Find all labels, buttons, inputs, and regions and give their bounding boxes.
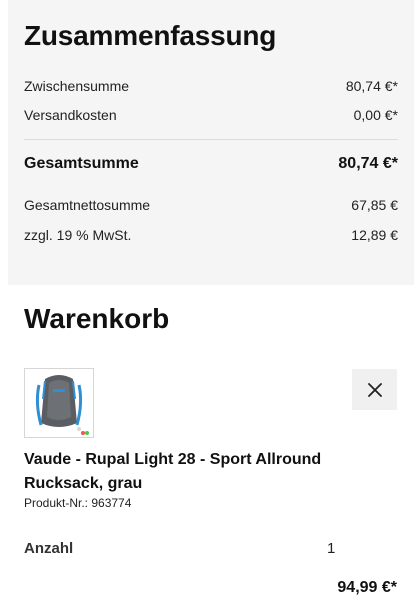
product-number: Produkt-Nr.: 963774: [24, 496, 132, 510]
total-label: Gesamtsumme: [24, 155, 139, 172]
subtotal-value: 80,74 €*: [345, 78, 398, 94]
subtotal-label: Zwischensumme: [24, 78, 130, 94]
quantity-value[interactable]: 1: [327, 540, 335, 557]
backpack-image-icon: [35, 375, 89, 435]
vat-value: 12,89 €: [351, 227, 398, 243]
vat-label: zzgl. 19 % MwSt.: [24, 227, 132, 243]
net-total-value: 67,85 €: [351, 197, 398, 213]
vat-row: zzgl. 19 % MwSt. 12,89 €: [24, 227, 398, 243]
summary-divider: [24, 139, 398, 140]
shipping-label: Versandkosten: [24, 107, 117, 123]
product-image[interactable]: [24, 368, 94, 438]
net-total-row: Gesamtnettosumme 67,85 €: [24, 197, 398, 213]
summary-title: Zusammenfassung: [24, 20, 277, 51]
total-row: Gesamtsumme 80,74 €*: [24, 155, 398, 173]
product-name-link[interactable]: Vaude - Rupal Light 28 - Sport Allround …: [24, 448, 354, 496]
quantity-label: Anzahl: [24, 540, 74, 557]
shipping-row: Versandkosten 0,00 €*: [24, 107, 398, 123]
total-value: 80,74 €*: [338, 155, 398, 172]
remove-item-button[interactable]: [352, 369, 397, 410]
cart-title: Warenkorb: [24, 303, 170, 334]
shipping-value: 0,00 €*: [353, 107, 398, 123]
item-price: 94,99 €*: [337, 579, 397, 596]
net-total-label: Gesamtnettosumme: [24, 197, 151, 213]
subtotal-row: Zwischensumme 80,74 €*: [24, 78, 398, 94]
close-icon: [367, 382, 382, 397]
order-summary: Zusammenfassung Zwischensumme 80,74 €* V…: [8, 0, 414, 285]
